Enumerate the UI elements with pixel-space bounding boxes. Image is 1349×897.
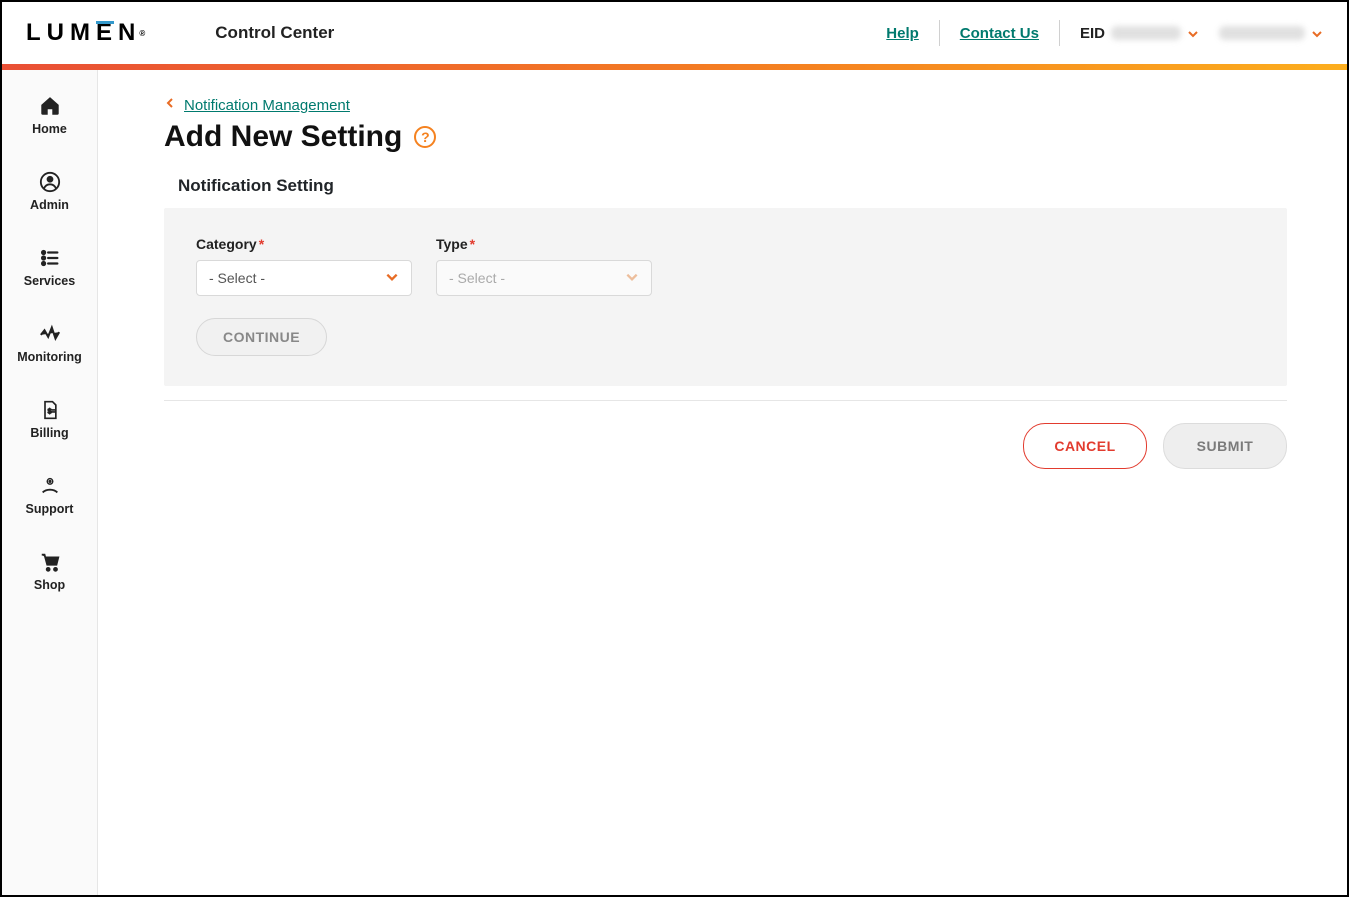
eid-dropdown[interactable]: EID (1080, 25, 1199, 42)
field-type: Type* - Select - (436, 236, 652, 296)
field-label-category: Category* (196, 236, 412, 252)
user-circle-icon (38, 170, 62, 194)
field-label-type: Type* (436, 236, 652, 252)
required-asterisk: * (259, 236, 264, 252)
support-icon (38, 474, 62, 498)
submit-button: SUBMIT (1163, 423, 1287, 469)
eid-value-redacted (1111, 26, 1181, 40)
chevron-down-icon (385, 270, 399, 287)
chevron-down-icon (625, 270, 639, 287)
app-frame: LUMEN® Control Center Help Contact Us EI… (0, 0, 1349, 897)
sidebar-item-admin[interactable]: Admin (2, 162, 98, 220)
sidebar-item-billing[interactable]: $= Billing (2, 390, 98, 448)
sidebar-item-label: Home (32, 122, 67, 136)
sidebar-item-label: Services (24, 274, 75, 288)
body: Home Admin Services Monitoring (2, 70, 1347, 895)
divider (939, 20, 940, 46)
header-right: Help Contact Us EID (886, 20, 1323, 46)
sidebar-item-monitoring[interactable]: Monitoring (2, 314, 98, 372)
lumen-logo[interactable]: LUMEN® (26, 19, 145, 47)
eid-label: EID (1080, 25, 1105, 42)
page-title: Add New Setting (164, 120, 402, 154)
divider (1059, 20, 1060, 46)
invoice-icon: $= (38, 398, 62, 422)
sidebar-item-label: Monitoring (17, 350, 82, 364)
type-select: - Select - (436, 260, 652, 296)
divider (164, 400, 1287, 401)
field-category: Category* - Select - (196, 236, 412, 296)
sidebar-item-label: Support (26, 502, 74, 516)
form-row: Category* - Select - Type* (196, 236, 1255, 296)
sidebar-item-services[interactable]: Services (2, 238, 98, 296)
chevron-down-icon (1311, 27, 1323, 39)
list-icon (38, 246, 62, 270)
user-dropdown[interactable] (1219, 26, 1323, 40)
section-title: Notification Setting (178, 176, 1287, 196)
user-value-redacted (1219, 26, 1305, 40)
help-link[interactable]: Help (886, 25, 919, 42)
chevron-down-icon (1187, 27, 1199, 39)
cart-icon (38, 550, 62, 574)
sidebar-item-home[interactable]: Home (2, 86, 98, 144)
activity-icon (38, 322, 62, 346)
breadcrumb-parent-link[interactable]: Notification Management (184, 97, 350, 114)
action-row: CANCEL SUBMIT (164, 423, 1287, 469)
sidebar-item-shop[interactable]: Shop (2, 542, 98, 600)
breadcrumb: Notification Management (164, 96, 1287, 114)
select-value: - Select - (209, 270, 265, 286)
select-value: - Select - (449, 270, 505, 286)
sidebar-item-label: Admin (30, 198, 69, 212)
svg-text:$=: $= (47, 406, 56, 415)
contact-us-link[interactable]: Contact Us (960, 25, 1039, 42)
form-panel: Category* - Select - Type* (164, 208, 1287, 386)
main-content: Notification Management Add New Setting … (98, 70, 1347, 895)
required-asterisk: * (470, 236, 475, 252)
app-title: Control Center (215, 23, 334, 43)
sidebar: Home Admin Services Monitoring (2, 70, 98, 895)
sidebar-item-support[interactable]: Support (2, 466, 98, 524)
help-circle-icon[interactable]: ? (414, 126, 436, 148)
page-title-row: Add New Setting ? (164, 120, 1287, 154)
cancel-button[interactable]: CANCEL (1023, 423, 1147, 469)
category-select[interactable]: - Select - (196, 260, 412, 296)
sidebar-item-label: Billing (30, 426, 68, 440)
home-icon (38, 94, 62, 118)
sidebar-item-label: Shop (34, 578, 65, 592)
chevron-left-icon (164, 96, 176, 114)
continue-button: CONTINUE (196, 318, 327, 356)
top-header: LUMEN® Control Center Help Contact Us EI… (2, 2, 1347, 64)
